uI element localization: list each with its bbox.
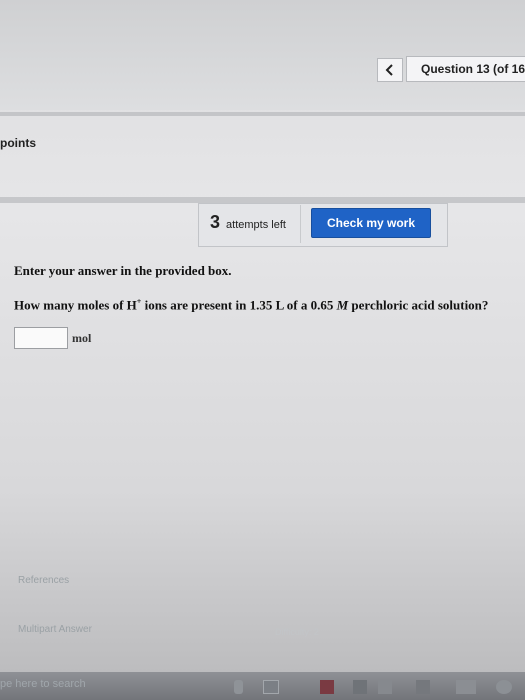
question-part-2: ions are present in 1.35 L of a 0.65: [141, 297, 337, 313]
browser-icon[interactable]: [496, 680, 512, 694]
points-label: points: [0, 136, 36, 150]
instructions-text: Enter your answer in the provided box.: [14, 263, 232, 278]
attempts-count: 3: [210, 212, 221, 232]
taskbar-search[interactable]: pe here to search: [0, 678, 86, 690]
attempts-label: attempts left: [226, 219, 286, 231]
app-icon[interactable]: [378, 680, 392, 694]
chevron-left-icon: [385, 64, 393, 76]
app-icon[interactable]: [320, 680, 334, 694]
answer-input[interactable]: [14, 327, 68, 349]
panel-separator: [300, 205, 301, 243]
microphone-icon[interactable]: [234, 680, 243, 694]
check-my-work-button[interactable]: Check my work: [311, 208, 431, 238]
app-icon[interactable]: [456, 680, 476, 694]
multipart-answer-label: Multipart Answer: [18, 624, 92, 635]
question-part-1: How many moles of H: [14, 297, 137, 313]
references-link[interactable]: References: [18, 575, 69, 586]
app-icon[interactable]: [353, 680, 367, 694]
difficulty-label: Difficulty: 2: [275, 627, 319, 637]
question-indicator[interactable]: Question 13 (of 16: [406, 56, 525, 82]
top-band: [0, 0, 525, 110]
app-icon[interactable]: [416, 680, 430, 694]
attempts-indicator: 3 attempts left: [210, 212, 286, 233]
question-text: How many moles of H+ ions are present in…: [14, 297, 488, 313]
header-divider: [0, 112, 525, 116]
answer-unit: mol: [72, 331, 92, 345]
question-part-3: perchloric acid solution?: [348, 297, 489, 313]
question-molarity-unit: M: [336, 297, 349, 313]
task-view-icon[interactable]: [263, 680, 279, 694]
previous-question-button[interactable]: [377, 58, 403, 82]
